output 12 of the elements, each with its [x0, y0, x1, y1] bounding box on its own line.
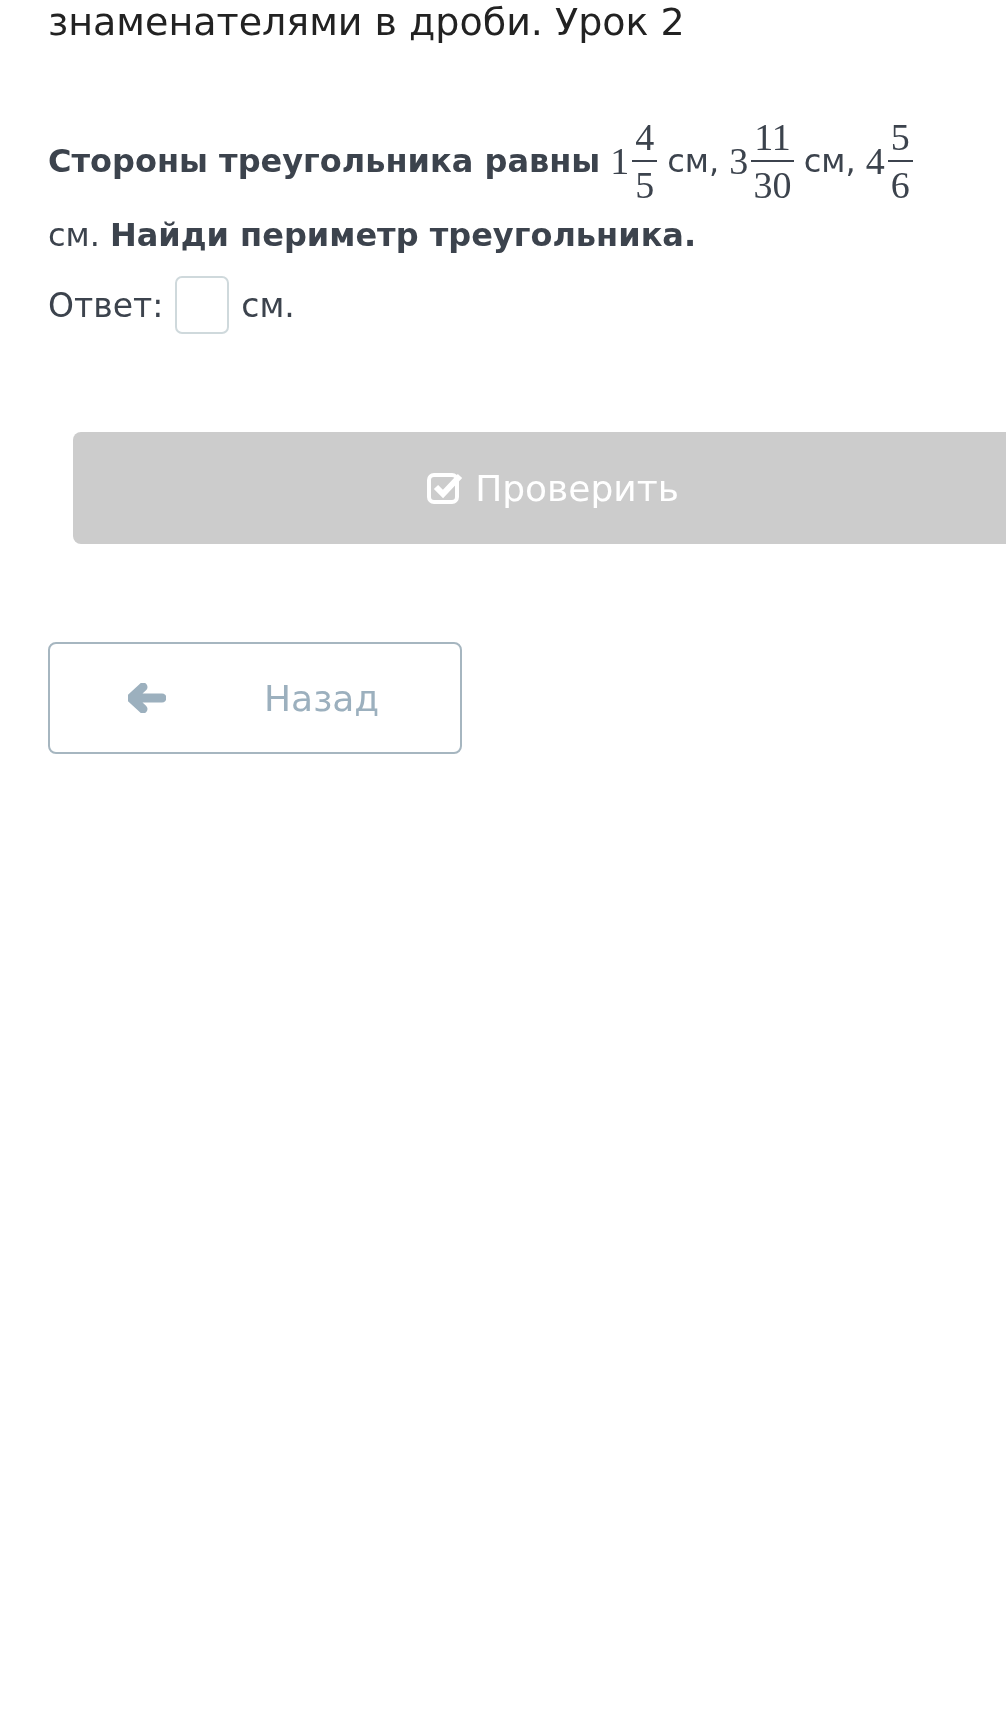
question-text: см, — [803, 142, 856, 180]
question-text: Стороны треугольника равны — [48, 142, 601, 180]
back-button[interactable]: Назад — [48, 642, 462, 754]
checkbox-icon — [427, 471, 464, 505]
answer-field[interactable] — [175, 276, 230, 334]
question-text: Найди периметр треугольника. — [109, 216, 697, 254]
arrow-left-icon — [128, 683, 166, 713]
question-text: см. — [48, 216, 100, 254]
lesson-title: знаменателями в дроби. Урок 2 — [48, 0, 686, 44]
question-text: см, — [667, 142, 720, 180]
unit-label: см. — [241, 285, 295, 325]
answer-label: Ответ: — [48, 285, 164, 325]
